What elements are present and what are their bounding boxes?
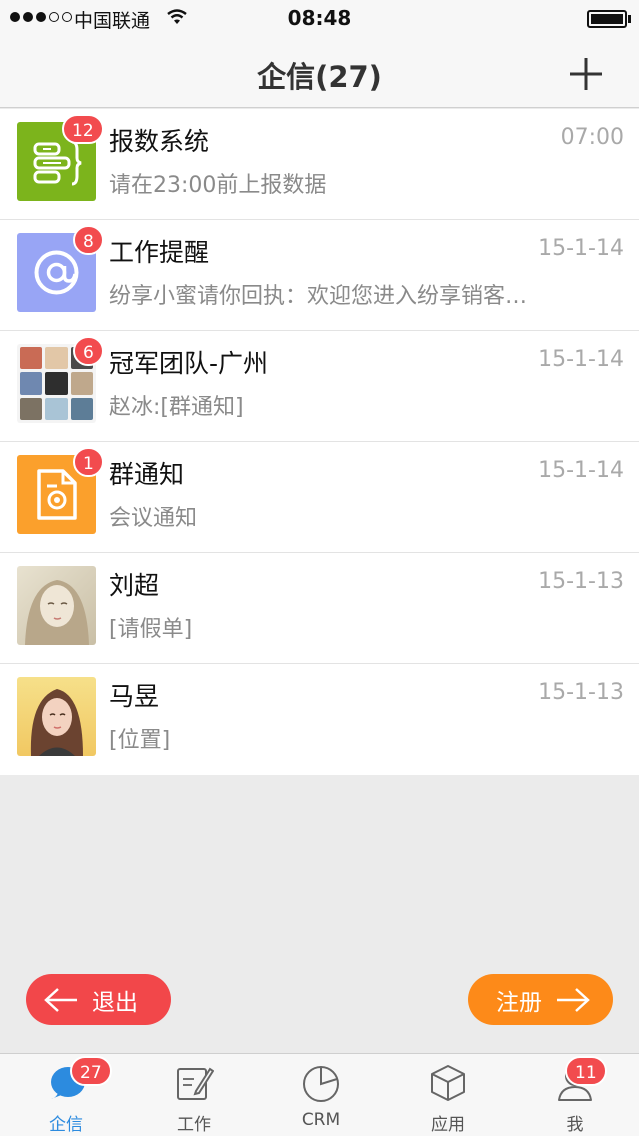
user-avatar-mayu <box>17 677 96 756</box>
conversation-name: 冠军团队-广州 <box>109 349 269 378</box>
conversation-preview: 纷享小蜜请你回执：欢迎您进入纷享销客… <box>109 284 528 309</box>
conversation-name: 刘超 <box>109 571 160 600</box>
conversation-row[interactable]: 12 报数系统 07:00 请在23:00前上报数据 <box>0 109 639 220</box>
tab-label: 我 <box>566 1115 584 1135</box>
user-avatar-liuchao <box>17 566 96 645</box>
arrow-right-icon <box>557 987 590 1012</box>
tab-badge: 11 <box>565 1056 607 1086</box>
arrow-left-icon <box>44 987 77 1012</box>
exit-button[interactable]: 退出 <box>26 974 171 1025</box>
tab-work[interactable]: 工作 <box>130 1054 258 1136</box>
conversation-list: 12 报数系统 07:00 请在23:00前上报数据 8 工作提醒 15-1-1… <box>0 109 639 775</box>
conversation-row[interactable]: 6 冠军团队-广州 15-1-14 赵冰:[群通知] <box>0 331 639 442</box>
conversation-name: 群通知 <box>109 460 185 489</box>
conversation-time: 15-1-14 <box>538 347 624 372</box>
status-bar: 中国联通 08:48 <box>0 0 639 38</box>
conversation-time: 15-1-13 <box>538 569 624 594</box>
conversation-time: 15-1-14 <box>538 236 624 261</box>
conversation-preview: 请在23:00前上报数据 <box>109 173 327 198</box>
conversation-time: 07:00 <box>560 125 624 150</box>
unread-badge: 12 <box>62 114 104 144</box>
conversation-preview: [请假单] <box>109 617 193 642</box>
conversation-name: 马昱 <box>109 682 160 711</box>
register-label: 注册 <box>496 989 542 1016</box>
tab-badge: 27 <box>70 1056 112 1086</box>
status-time: 08:48 <box>287 6 352 30</box>
conversation-name: 报数系统 <box>109 127 210 156</box>
tab-label: 应用 <box>431 1115 465 1135</box>
tab-label: 工作 <box>177 1115 211 1135</box>
conversation-row[interactable]: 8 工作提醒 15-1-14 纷享小蜜请你回执：欢迎您进入纷享销客… <box>0 220 639 331</box>
navigation-bar: 企信(27) <box>0 38 639 108</box>
conversation-preview: 赵冰:[群通知] <box>109 395 244 420</box>
tab-me[interactable]: 11 我 <box>511 1054 639 1136</box>
conversation-time: 15-1-14 <box>538 458 624 483</box>
conversation-preview: 会议通知 <box>109 506 198 531</box>
conversation-row[interactable]: 马昱 15-1-13 [位置] <box>0 664 639 775</box>
add-icon[interactable] <box>568 56 604 92</box>
page-title: 企信(27) <box>257 60 382 94</box>
conversation-time: 15-1-13 <box>538 680 624 705</box>
unread-badge: 6 <box>73 336 104 366</box>
tab-apps[interactable]: 应用 <box>384 1054 512 1136</box>
tab-label: CRM <box>301 1110 341 1130</box>
tab-label: 企信 <box>49 1115 83 1135</box>
conversation-preview: [位置] <box>109 728 171 753</box>
unread-badge: 8 <box>73 225 104 255</box>
tab-bar: 27 企信 工作 CRM 应用 11 我 <box>0 1053 639 1136</box>
pie-chart-icon <box>303 1066 339 1102</box>
tab-qixin[interactable]: 27 企信 <box>2 1054 130 1136</box>
unread-badge: 1 <box>73 447 104 477</box>
exit-label: 退出 <box>92 989 138 1016</box>
cube-icon <box>431 1065 465 1101</box>
conversation-row[interactable]: 刘超 15-1-13 [请假单] <box>0 553 639 664</box>
conversation-row[interactable]: 1 群通知 15-1-14 会议通知 <box>0 442 639 553</box>
register-button[interactable]: 注册 <box>468 974 613 1025</box>
battery-tip <box>628 15 631 23</box>
tab-crm[interactable]: CRM <box>257 1054 385 1136</box>
edit-note-icon <box>177 1067 214 1100</box>
conversation-name: 工作提醒 <box>109 238 210 267</box>
battery-icon <box>587 10 627 28</box>
